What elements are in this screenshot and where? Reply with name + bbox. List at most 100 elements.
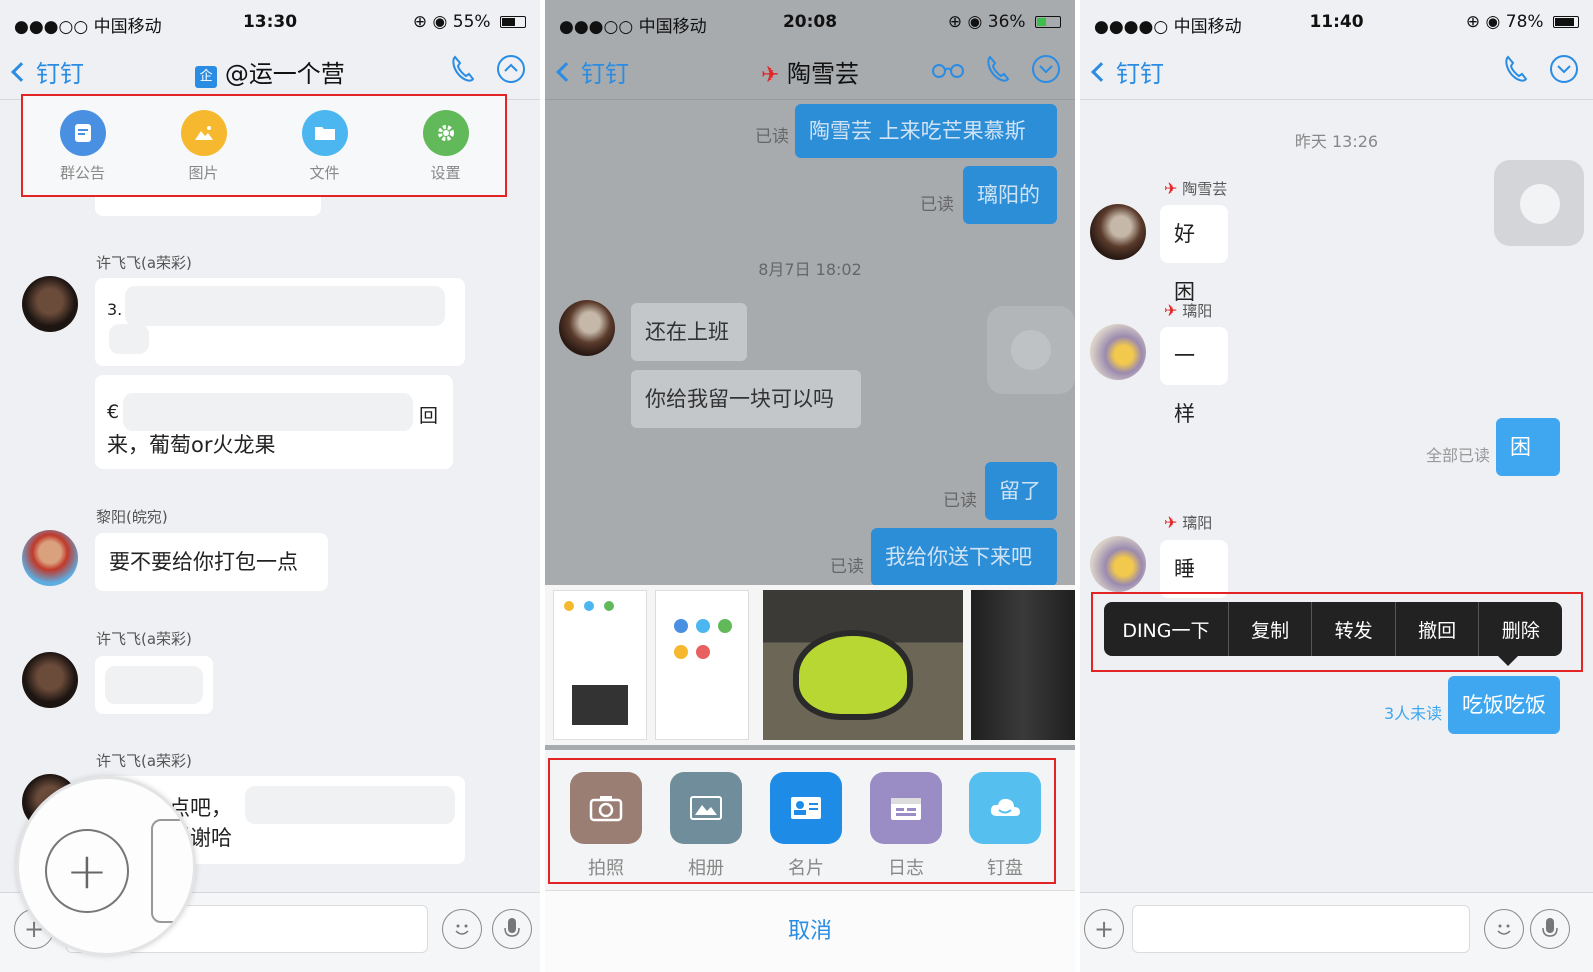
avatar	[22, 652, 78, 708]
redacted-text	[245, 786, 455, 824]
battery-percent: 55%	[452, 12, 491, 32]
status-bar: ●●●●○ 中国移动 11:40 ⊕ ◉ 78%	[1080, 0, 1593, 44]
input-bar: +	[1080, 892, 1593, 972]
redacted-text	[125, 286, 445, 326]
message-text: 回	[419, 405, 439, 427]
message-bubble: 璃阳的	[963, 166, 1057, 224]
battery-icon	[1553, 16, 1579, 28]
lock-rotation-icon: ⊕	[1465, 12, 1481, 32]
sender-name: 许飞飞(a荣彩)	[96, 752, 192, 770]
collapse-menu-icon[interactable]	[1549, 54, 1579, 84]
message-bubble: 你给我留一块可以吗	[631, 370, 861, 428]
floating-assistive-touch[interactable]	[1494, 160, 1584, 246]
emoji-button[interactable]	[442, 909, 482, 949]
read-status: 已读	[830, 557, 864, 577]
chat-panel-group: ●●●○○ 中国移动 13:30 ⊕ ◉ 55% 钉钉 企 @运一个营 群公告 …	[0, 0, 540, 972]
redacted-text	[105, 666, 203, 704]
chat-title-text: @运一个营	[224, 60, 345, 88]
microphone-icon	[1542, 918, 1558, 937]
enterprise-badge: 企	[195, 66, 218, 88]
message-bubble: 一样	[1160, 327, 1228, 426]
status-right: ⊕ ◉ 55%	[413, 12, 526, 32]
photo-thumbnail[interactable]	[971, 590, 1075, 740]
alarm-icon: ◉	[1485, 12, 1501, 32]
message-bubble: € 回 来，葡萄or火龙果	[95, 375, 453, 469]
message-text: 好困	[1174, 222, 1195, 304]
add-button[interactable]: +	[1084, 909, 1124, 949]
status-right: ⊕ ◉ 36%	[948, 12, 1061, 32]
read-status: 3人未读	[1384, 704, 1443, 723]
phone-icon[interactable]	[985, 54, 1011, 84]
alarm-icon: ◉	[432, 12, 448, 32]
message-text: 一样	[1174, 344, 1195, 426]
alarm-icon: ◉	[967, 12, 983, 32]
message-text: 我给你送下来吧	[885, 545, 1032, 569]
sender-name: ✈ 陶雪芸	[1164, 178, 1227, 199]
battery-percent: 78%	[1505, 12, 1544, 32]
battery-icon	[500, 16, 526, 28]
message-bubble: 困	[1496, 418, 1560, 476]
chat-panel-dm: ●●●○○ 中国移动 20:08 ⊕ ◉ 36% 钉钉 ✈ 陶雪芸 已读 陶雪芸…	[545, 0, 1075, 972]
message-text: 留了	[999, 479, 1041, 503]
back-button[interactable]: 钉钉	[1091, 54, 1164, 89]
back-label: 钉钉	[1116, 60, 1164, 88]
microphone-icon	[504, 918, 520, 937]
voice-button[interactable]	[492, 909, 532, 949]
message-bubble: 吃饭吃饭	[1448, 676, 1560, 734]
nav-actions	[450, 54, 526, 84]
avatar	[1090, 204, 1146, 260]
sender-name: ✈ 璃阳	[1164, 512, 1212, 533]
pin-icon: ✈	[1164, 301, 1178, 320]
message-text: 困	[1510, 435, 1531, 459]
status-bar: ●●●○○ 中国移动 13:30 ⊕ ◉ 55%	[0, 0, 540, 44]
emoji-button[interactable]	[1484, 909, 1524, 949]
photo-thumbnail[interactable]	[763, 590, 963, 740]
read-status: 已读	[755, 127, 789, 147]
nav-bar: 钉钉 ✈ 陶雪芸	[545, 44, 1075, 100]
battery-icon	[1035, 16, 1061, 28]
battery-percent: 36%	[987, 12, 1026, 32]
zoom-magnifier: +	[16, 776, 196, 956]
message-bubble: 我给你送下来吧	[871, 528, 1057, 586]
nav-bar: 钉钉 企 @运一个营	[0, 44, 540, 100]
read-status: 全部已读	[1426, 446, 1491, 465]
nav-bar: 钉钉	[1080, 44, 1593, 100]
smile-icon	[1497, 924, 1511, 935]
message-text: 3.	[107, 300, 123, 319]
recent-photos	[545, 585, 1075, 745]
message-input[interactable]	[1132, 905, 1470, 953]
phone-icon[interactable]	[1503, 54, 1529, 84]
read-status: 已读	[920, 195, 954, 215]
expand-menu-icon[interactable]	[496, 54, 526, 84]
photo-thumbnail[interactable]	[553, 590, 647, 740]
status-right: ⊕ ◉ 78%	[1466, 12, 1579, 32]
sender-name: 许飞飞(a荣彩)	[96, 254, 192, 272]
timestamp: 昨天 13:26	[1294, 132, 1379, 151]
floating-assistive-touch[interactable]	[987, 306, 1075, 394]
highlight-frame	[548, 758, 1056, 884]
message-text: €	[107, 401, 120, 423]
sender-name-text: 璃阳	[1182, 302, 1213, 320]
lock-rotation-icon: ⊕	[947, 12, 963, 32]
phone-icon[interactable]	[450, 54, 476, 84]
voice-button[interactable]	[1530, 909, 1570, 949]
avatar	[1090, 536, 1146, 592]
message-text: 吃饭吃饭	[1462, 693, 1546, 717]
cancel-button[interactable]: 取消	[545, 913, 1075, 945]
chat-title-text: 陶雪芸	[787, 60, 860, 88]
collapse-menu-icon[interactable]	[1031, 54, 1061, 84]
sender-name: ✈ 璃阳	[1164, 300, 1212, 321]
sender-name: 许飞飞(a荣彩)	[96, 630, 192, 648]
sender-name-text: 璃阳	[1182, 514, 1213, 532]
chat-panel-context-menu: ●●●●○ 中国移动 11:40 ⊕ ◉ 78% 钉钉 昨天 13:26 ✈ 陶…	[1080, 0, 1593, 972]
message-text: 还在上班	[645, 320, 729, 344]
cancel-bar: 取消	[545, 890, 1075, 972]
redacted-text	[109, 324, 149, 354]
avatar	[22, 276, 78, 332]
read-status: 已读	[943, 491, 977, 511]
message-bubble: 陶雪芸 上来吃芒果慕斯	[795, 104, 1057, 158]
photo-thumbnail[interactable]	[655, 590, 749, 740]
highlight-frame	[21, 94, 507, 197]
glasses-icon[interactable]	[931, 59, 965, 79]
plus-icon: +	[1093, 915, 1115, 943]
